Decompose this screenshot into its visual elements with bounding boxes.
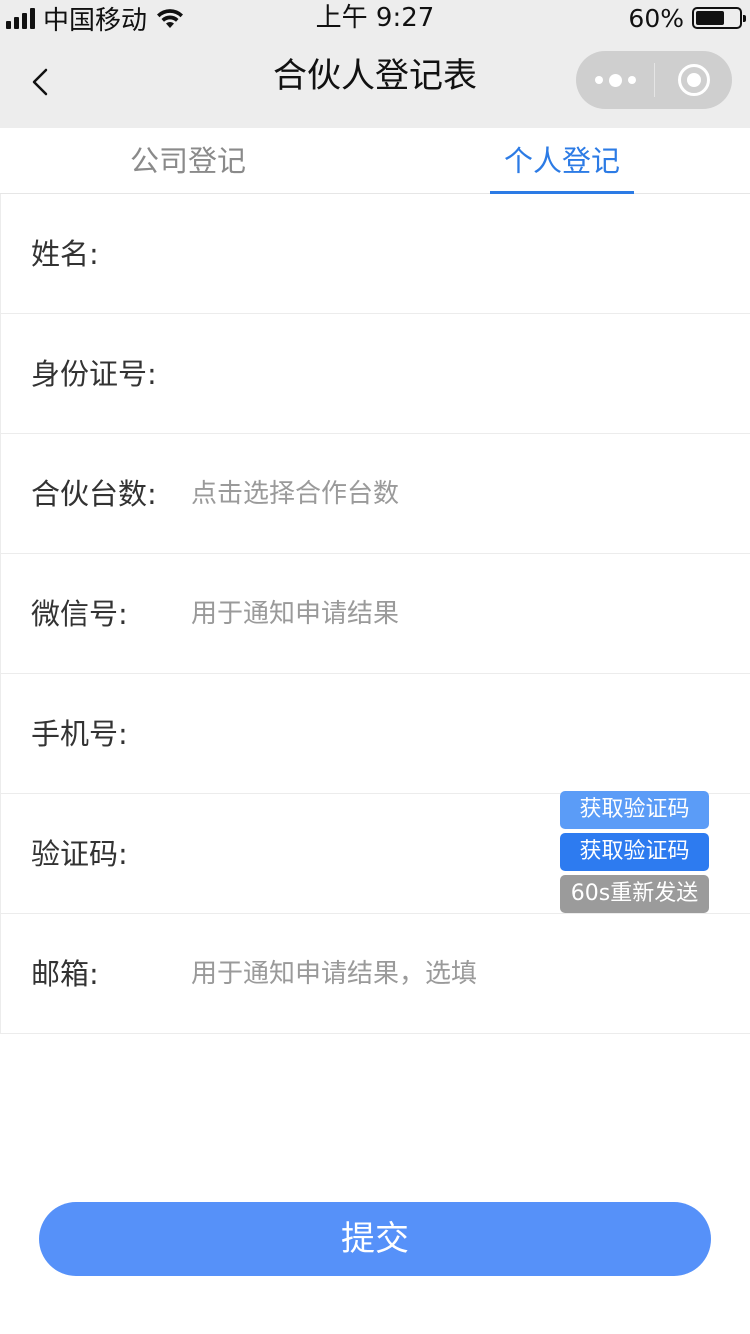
- submit-button[interactable]: 提交: [39, 1202, 711, 1276]
- verify-code-label: 验证码:: [31, 837, 128, 871]
- verify-code-input[interactable]: [191, 824, 531, 884]
- more-icon[interactable]: [576, 51, 654, 109]
- email-input[interactable]: [191, 944, 551, 1004]
- tab-company[interactable]: 公司登记: [110, 128, 266, 193]
- registration-form: 姓名: 身份证号: 合伙台数: 微信号: 手机号: 验证码: 获取验证码 获取验…: [0, 194, 750, 1034]
- status-right: 60%: [628, 2, 746, 34]
- name-label: 姓名:: [31, 237, 99, 271]
- nav-bar: 合伙人登记表: [0, 40, 750, 128]
- get-code-button[interactable]: 获取验证码: [560, 791, 709, 829]
- status-bar: 中国移动 上午 9:27 60%: [0, 0, 750, 40]
- get-code-button-pressed[interactable]: 获取验证码: [560, 833, 709, 871]
- tab-bar: 公司登记 个人登记: [0, 128, 750, 194]
- id-number-label: 身份证号:: [31, 357, 157, 391]
- wechat-input[interactable]: [191, 584, 551, 644]
- form-row-name: 姓名:: [0, 194, 750, 314]
- battery-percent: 60%: [628, 3, 684, 33]
- partner-count-picker[interactable]: [191, 464, 551, 524]
- partner-count-label: 合伙台数:: [31, 477, 157, 511]
- mini-program-capsule: [576, 51, 732, 109]
- form-row-phone: 手机号:: [0, 674, 750, 794]
- form-row-id-number: 身份证号:: [0, 314, 750, 434]
- tab-personal[interactable]: 个人登记: [490, 128, 634, 194]
- name-input[interactable]: [191, 224, 551, 284]
- form-row-verify-code: 验证码: 获取验证码 获取验证码 60s重新发送: [0, 791, 750, 914]
- phone-input[interactable]: [191, 704, 551, 764]
- form-row-partner-count: 合伙台数:: [0, 434, 750, 554]
- email-label: 邮箱:: [31, 957, 99, 991]
- close-icon[interactable]: [655, 51, 732, 109]
- resend-countdown-button: 60s重新发送: [560, 875, 709, 913]
- form-row-email: 邮箱:: [0, 914, 750, 1034]
- form-row-wechat: 微信号:: [0, 554, 750, 674]
- tab-personal-label: 个人登记: [503, 144, 620, 178]
- battery-icon: [692, 7, 746, 29]
- phone-label: 手机号:: [31, 717, 128, 751]
- wechat-label: 微信号:: [31, 597, 128, 631]
- id-number-input[interactable]: [191, 344, 551, 404]
